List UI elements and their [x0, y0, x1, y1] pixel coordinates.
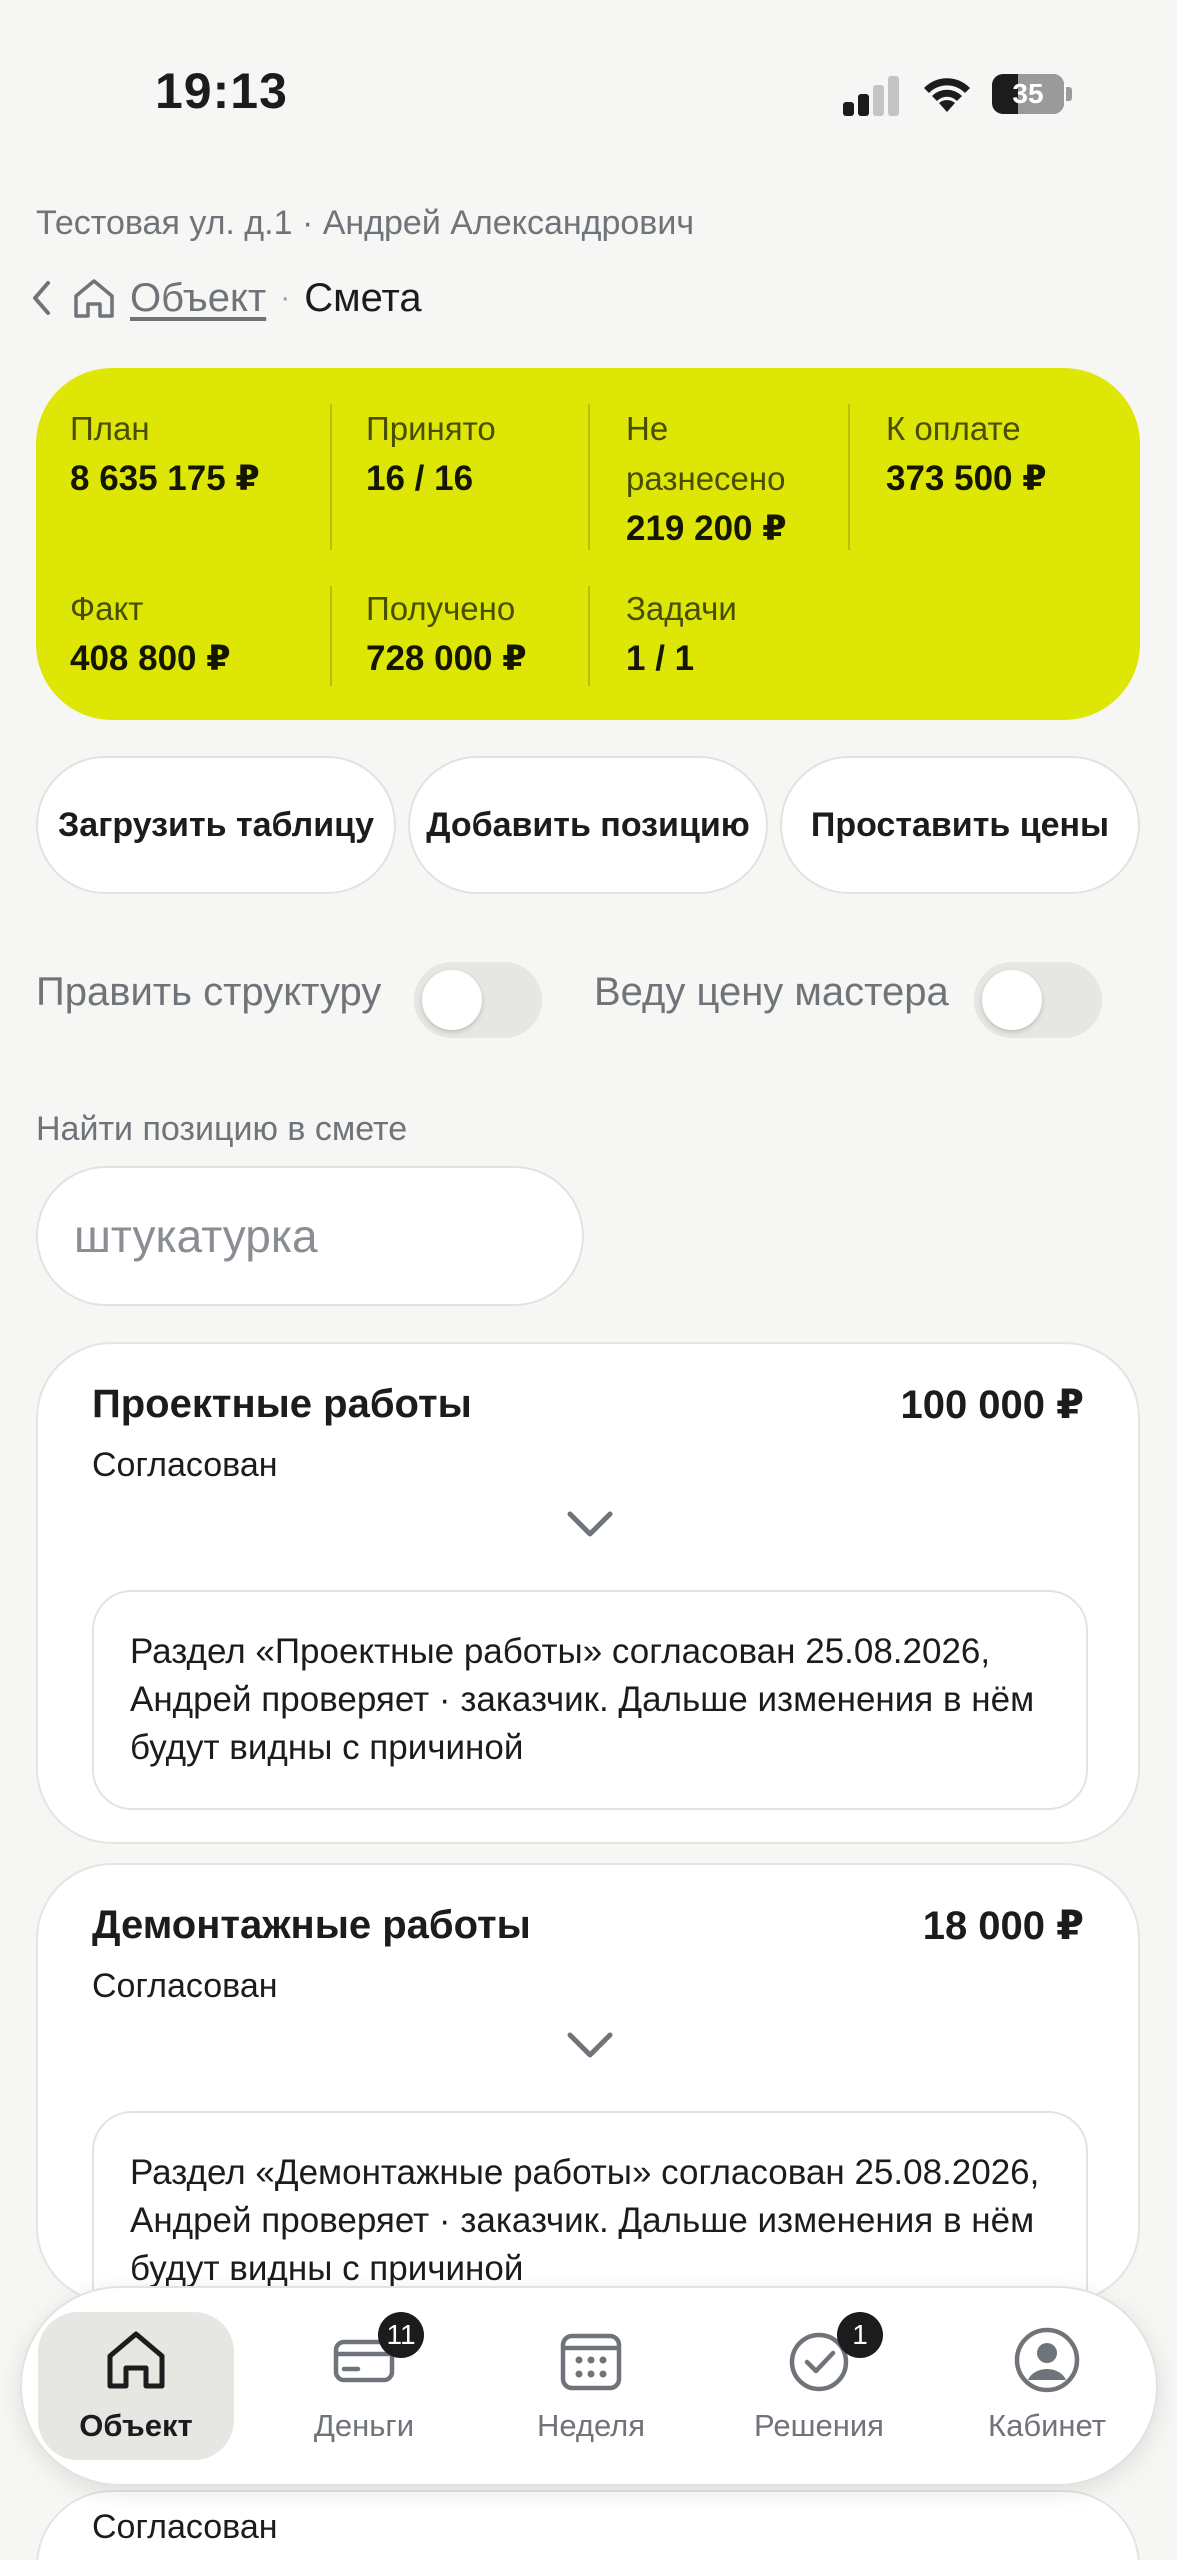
metric-plan-value: 8 635 175 ₽: [70, 459, 260, 498]
metric-unassigned-label-1: Не: [626, 410, 669, 447]
chevron-down-icon[interactable]: [564, 2027, 616, 2063]
nav-item-decisions[interactable]: 1 Решения: [721, 2312, 917, 2460]
section-title: Проектные работы: [92, 1382, 472, 1426]
section-card: Проектные работы 100 000 ₽ Согласован Ра…: [36, 1342, 1140, 1844]
section-amount: 18 000 ₽: [922, 1904, 1084, 1948]
bottom-navigation: Объект 11 Деньги Неделя 1 Решения Кабине…: [20, 2286, 1158, 2486]
breadcrumb-current: Смета: [304, 275, 422, 320]
search-input[interactable]: штукатурка: [36, 1166, 584, 1306]
battery-level: 35: [1012, 78, 1044, 109]
metric-accepted-label: Принято: [366, 410, 496, 447]
metric-unassigned-value: 219 200 ₽: [626, 509, 787, 548]
estimate-summary-card: План 8 635 175 ₽ Принято 16 / 16 Не разн…: [36, 368, 1140, 720]
cellular-signal-icon: [843, 74, 901, 116]
nav-label: Деньги: [313, 2408, 415, 2443]
metric-accepted-value: 16 / 16: [366, 459, 474, 498]
section-status: Согласован: [92, 1967, 278, 2005]
wifi-icon: [924, 78, 970, 112]
metric-received: Получено 728 000 ₽: [366, 584, 527, 684]
status-time: 19:13: [155, 63, 288, 119]
metric-plan: План 8 635 175 ₽: [70, 404, 260, 504]
profile-icon: [1014, 2327, 1080, 2393]
nav-item-cabinet[interactable]: Кабинет: [949, 2312, 1145, 2460]
object-address: Тестовая ул. д.1 · Андрей Александрович: [36, 204, 695, 242]
metric-tasks-value: 1 / 1: [626, 639, 695, 678]
section-title: Демонтажные работы: [92, 1903, 531, 1947]
home-icon: [107, 2331, 165, 2389]
metric-to-pay-value: 373 500 ₽: [886, 459, 1047, 498]
upload-table-button[interactable]: Загрузить таблицу: [36, 756, 396, 894]
metric-plan-label: План: [70, 410, 150, 447]
nav-item-object[interactable]: Объект: [38, 2312, 234, 2460]
calendar-icon: [560, 2333, 622, 2391]
master-price-toggle[interactable]: [974, 962, 1102, 1038]
add-position-button[interactable]: Добавить позицию: [408, 756, 768, 894]
section-note: Раздел «Проектные работы» согласован 25.…: [92, 1590, 1088, 1810]
metric-fact-label: Факт: [70, 590, 144, 627]
section-card: Согласован: [36, 2490, 1140, 2560]
metric-fact: Факт 408 800 ₽: [70, 584, 231, 684]
search-label: Найти позицию в смете: [36, 1110, 408, 1148]
metric-received-label: Получено: [366, 590, 516, 627]
section-card: Демонтажные работы 18 000 ₽ Согласован Р…: [36, 1863, 1140, 2303]
metric-tasks: Задачи 1 / 1: [626, 584, 737, 684]
home-icon[interactable]: [70, 274, 118, 322]
nav-item-week[interactable]: Неделя: [493, 2312, 689, 2460]
metric-to-pay: К оплате 373 500 ₽: [886, 404, 1047, 504]
nav-label: Неделя: [536, 2408, 646, 2443]
metric-accepted: Принято 16 / 16: [366, 404, 496, 504]
battery-icon: 35: [992, 74, 1072, 114]
edit-structure-toggle[interactable]: [414, 962, 542, 1038]
status-bar: 19:13 35: [0, 0, 1177, 150]
money-badge: 11: [378, 2312, 424, 2358]
nav-label: Объект: [79, 2408, 193, 2443]
breadcrumb: Объект · Смета: [30, 270, 422, 326]
edit-structure-label: Править структуру: [36, 970, 382, 1014]
metric-tasks-label: Задачи: [626, 590, 737, 627]
section-note: Раздел «Демонтажные работы» согласован 2…: [92, 2111, 1088, 2301]
metric-unassigned: Не разнесено 219 200 ₽: [626, 404, 787, 554]
chevron-down-icon[interactable]: [564, 1506, 616, 1542]
breadcrumb-separator: ·: [280, 281, 291, 314]
nav-label: Решения: [754, 2408, 884, 2443]
back-chevron-icon[interactable]: [30, 276, 60, 320]
master-price-label: Веду цену мастера: [594, 970, 949, 1014]
nav-item-money[interactable]: 11 Деньги: [266, 2312, 462, 2460]
metric-to-pay-label: К оплате: [886, 410, 1021, 447]
decisions-badge: 1: [837, 2312, 883, 2358]
breadcrumb-link-object[interactable]: Объект: [130, 276, 266, 321]
metric-fact-value: 408 800 ₽: [70, 639, 231, 678]
section-status: Согласован: [92, 1446, 278, 1484]
set-prices-button[interactable]: Проставить цены: [780, 756, 1140, 894]
section-amount: 100 000 ₽: [900, 1383, 1084, 1427]
section-status: Согласован: [92, 2508, 278, 2546]
metric-unassigned-label-2: разнесено: [626, 460, 786, 497]
nav-label: Кабинет: [988, 2408, 1106, 2443]
metric-received-value: 728 000 ₽: [366, 639, 527, 678]
